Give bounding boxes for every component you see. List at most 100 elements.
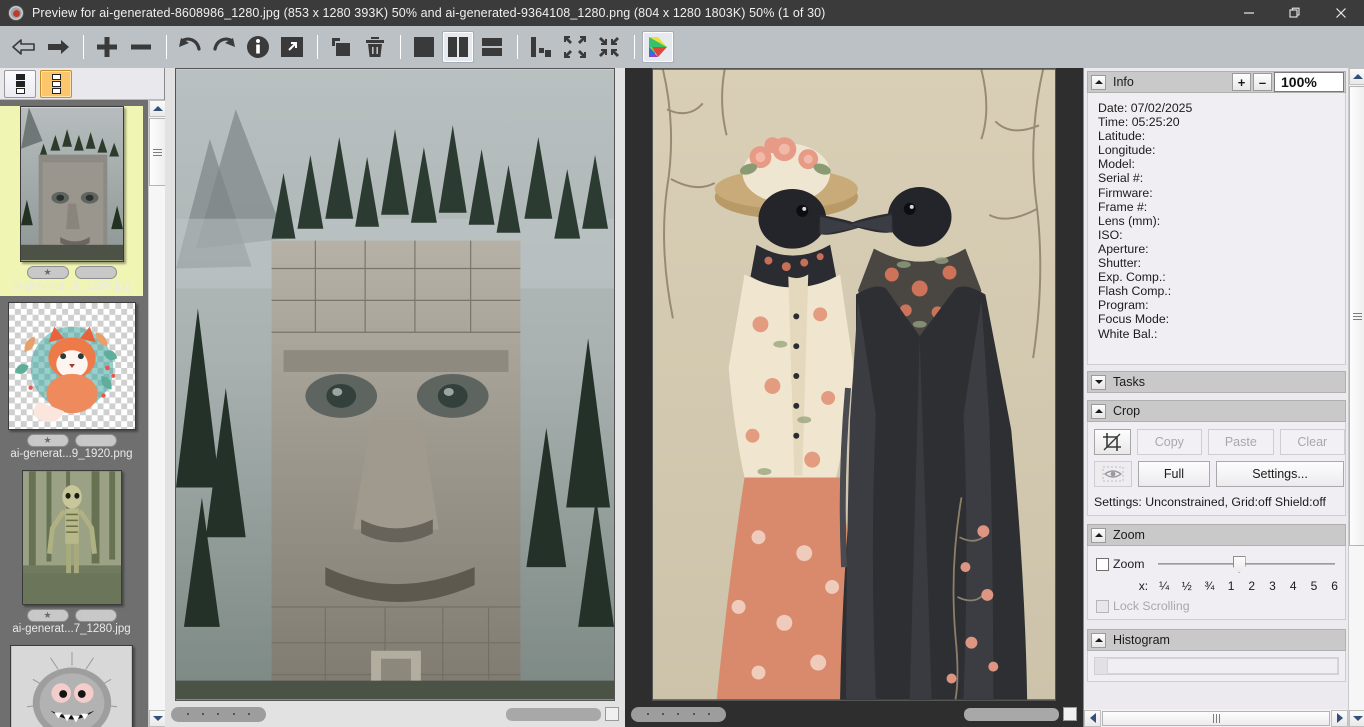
plus-icon[interactable] (91, 31, 123, 63)
minimize-button[interactable] (1226, 0, 1272, 26)
zoom-tick[interactable]: 5 (1304, 579, 1325, 593)
color-label-button[interactable] (74, 266, 117, 279)
crop-clear-button[interactable]: Clear (1279, 429, 1346, 455)
expand-tasks-button[interactable] (1091, 374, 1106, 390)
list-item[interactable]: ★ ai-generat...9_1920.png (0, 302, 143, 464)
maximize-button[interactable] (1272, 0, 1318, 26)
expand-icon[interactable] (593, 31, 625, 63)
crop-full-button[interactable]: Full (1138, 461, 1210, 487)
crop-tool-icon[interactable] (1094, 429, 1131, 455)
shield-eye-icon[interactable] (1094, 461, 1132, 487)
right-tools-panel: Info + – 100% Date: 07/02/2025 Time: 05:… (1083, 68, 1364, 727)
list-item[interactable]: ★ ai-generat...7_1280.jpg (0, 470, 143, 639)
rp-scroll-left-button[interactable] (1084, 709, 1101, 727)
list-item[interactable]: ★ (0, 645, 143, 727)
zoom-checkbox-row: Zoom (1096, 554, 1345, 574)
two-row-view-icon[interactable] (476, 31, 508, 63)
collapse-zoom-button[interactable] (1091, 527, 1106, 543)
zoom-in-button[interactable]: + (1232, 73, 1251, 91)
color-wheel-icon[interactable] (642, 31, 674, 63)
info-icon[interactable] (242, 31, 274, 63)
list-view-mode[interactable] (4, 69, 36, 98)
rp-scroll-down-button[interactable] (1349, 710, 1364, 727)
zoom-level-value[interactable]: 100% (1274, 72, 1344, 92)
zoom-section-header[interactable]: Zoom (1087, 524, 1346, 546)
star-rating-button[interactable]: ★ (26, 434, 69, 447)
left-image-pane[interactable] (165, 68, 625, 727)
zoom-tick-labels: x: ¼ ½ ¾ 1 2 3 4 5 6 (1096, 579, 1345, 593)
zoom-tick[interactable]: 6 (1324, 579, 1345, 593)
zoom-slider[interactable] (1158, 554, 1335, 574)
right-pane-corner-box[interactable] (1063, 707, 1077, 721)
crop-settings-button[interactable]: Settings... (1216, 461, 1344, 487)
left-pane-corner-box[interactable] (605, 707, 619, 721)
star-rating-button[interactable]: ★ (26, 609, 69, 622)
left-pane-hthumb[interactable] (506, 707, 601, 721)
zoom-tick[interactable]: 1 (1221, 579, 1242, 593)
collapse-info-button[interactable] (1091, 74, 1106, 90)
left-pane-hscrollbar[interactable] (165, 701, 625, 727)
collapse-histogram-button[interactable] (1091, 632, 1106, 648)
rotate-right-icon[interactable] (208, 31, 240, 63)
trash-icon[interactable] (359, 31, 391, 63)
star-rating-button[interactable]: ★ (26, 266, 69, 279)
crop-section-header[interactable]: Crop (1087, 400, 1346, 422)
left-image-canvas[interactable] (165, 68, 625, 701)
collapse-crop-button[interactable] (1091, 403, 1106, 419)
rp-scroll-up-button[interactable] (1349, 68, 1364, 85)
zoom-tick[interactable]: 4 (1283, 579, 1304, 593)
lock-scrolling-checkbox[interactable] (1096, 599, 1109, 613)
histogram-section-header[interactable]: Histogram (1087, 629, 1346, 651)
info-section-header[interactable]: Info + – 100% (1087, 71, 1346, 93)
rotate-left-icon[interactable] (174, 31, 206, 63)
right-image-pane[interactable] (625, 68, 1083, 727)
tasks-section-header[interactable]: Tasks (1087, 371, 1346, 393)
zoom-out-button[interactable]: – (1253, 73, 1272, 91)
copy-layers-icon[interactable] (325, 31, 357, 63)
zoom-checkbox[interactable] (1096, 557, 1109, 571)
minus-icon[interactable] (125, 31, 157, 63)
list-item[interactable]: ★ ai-generat...6_1280.jpg (0, 106, 143, 296)
zoom-tick[interactable]: ¾ (1198, 579, 1221, 593)
zoom-tick[interactable]: ½ (1175, 579, 1198, 593)
main-toolbar (0, 26, 1364, 68)
histogram-inner (1094, 657, 1339, 675)
zoom-tick[interactable]: 3 (1262, 579, 1283, 593)
sidebar-scrollbar[interactable] (148, 100, 166, 727)
rp-scroll-right-button[interactable] (1331, 709, 1348, 727)
color-label-button[interactable] (74, 609, 117, 622)
info-field: Lens (mm): (1098, 213, 1161, 228)
right-pane-hthumb[interactable] (964, 707, 1059, 721)
zoom-slider-knob[interactable] (1232, 556, 1246, 573)
compare-size-icon[interactable] (525, 31, 557, 63)
forward-arrow-icon[interactable] (42, 31, 74, 63)
mode-cell (15, 87, 25, 94)
export-image-icon[interactable] (276, 31, 308, 63)
back-arrow-icon[interactable] (8, 31, 40, 63)
thumbnail-image (21, 470, 122, 605)
zoom-slider-track[interactable] (1158, 563, 1335, 565)
color-label-button[interactable] (74, 434, 117, 447)
right-pane-hscrollbar[interactable] (625, 701, 1083, 727)
crop-paste-button[interactable]: Paste (1208, 429, 1274, 455)
shrink-icon[interactable] (559, 31, 591, 63)
close-button[interactable] (1318, 0, 1364, 26)
thumbnail-list[interactable]: ★ ai-generat...6_1280.jpg ★ ai-generat..… (0, 100, 148, 727)
scroll-down-button[interactable] (149, 710, 166, 727)
scrollbar-thumb[interactable] (149, 118, 166, 186)
right-panel-hscrollbar[interactable] (1084, 709, 1348, 727)
two-column-view-icon[interactable] (442, 31, 474, 63)
right-pane-hgrip[interactable] (631, 706, 726, 722)
grid-view-mode[interactable] (40, 69, 72, 98)
right-image-canvas[interactable] (625, 68, 1083, 701)
right-panel-scrollbar[interactable] (1348, 68, 1364, 727)
single-view-icon[interactable] (408, 31, 440, 63)
rp-scrollbar-thumb[interactable] (1349, 86, 1364, 546)
scroll-up-button[interactable] (149, 100, 166, 117)
crop-section-title: Crop (1113, 404, 1141, 418)
left-pane-hgrip[interactable] (171, 706, 266, 722)
zoom-tick[interactable]: ¼ (1153, 579, 1176, 593)
zoom-tick[interactable]: 2 (1241, 579, 1262, 593)
rp-scrollbar-thumb[interactable] (1102, 710, 1330, 726)
crop-copy-button[interactable]: Copy (1136, 429, 1203, 455)
